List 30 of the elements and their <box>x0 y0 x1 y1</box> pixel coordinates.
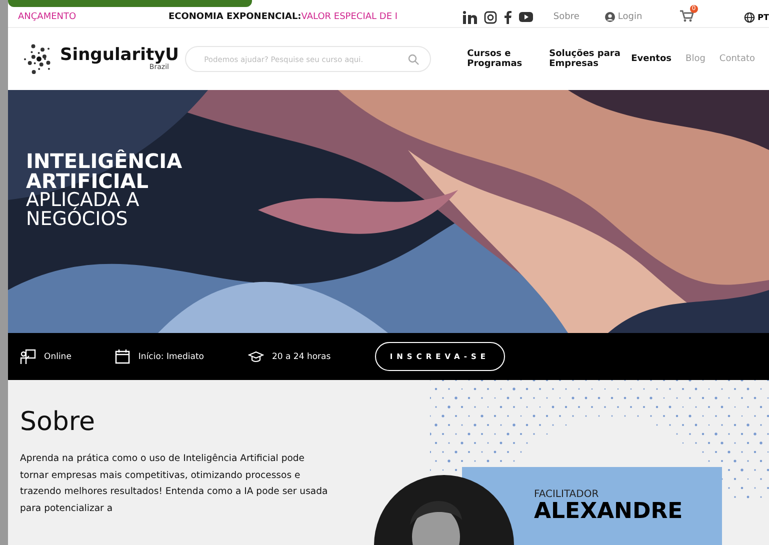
globe-icon <box>744 12 755 22</box>
language-selector[interactable]: PT <box>744 12 769 22</box>
hero-title: INTELIGÊNCIA <box>26 152 184 172</box>
ticker-text: VALOR ESPECIAL DE I <box>301 12 398 22</box>
launch-link[interactable]: ANÇAMENTO <box>8 12 118 22</box>
section-title: Sobre <box>20 407 96 437</box>
about-link[interactable]: Sobre <box>553 12 590 22</box>
nav-link[interactable]: Soluções para Empresas <box>549 48 624 70</box>
about-text: Aprenda na prática como o uso de Inteligência Artificial pode tornar empresas mais competitivas, otimizando processos e trazendo melhores resultados! Entenda como a IA pode ser usada para potencializar a <box>20 452 329 516</box>
cart-icon[interactable] <box>680 10 694 22</box>
nav-link[interactable]: Eventos <box>631 54 672 64</box>
info-text: 20 a 24 horas <box>272 352 331 362</box>
presenter-icon <box>20 348 36 364</box>
login-link[interactable]: Login <box>604 12 660 22</box>
instagram-icon[interactable] <box>484 10 498 24</box>
hero-title: ARTIFICIAL <box>26 172 150 192</box>
facilitator-name: ALEXANDRE <box>534 500 684 524</box>
nav-link[interactable]: Cursos e Programas <box>467 48 542 70</box>
logo-text: SingularityU <box>60 47 179 64</box>
info-text: Início: Imediato <box>138 352 204 362</box>
hero-subtitle: NEGÓCIOS <box>26 210 129 228</box>
ticker-text: ECONOMIA EXPONENCIAL: <box>168 12 302 22</box>
user-icon <box>604 12 615 22</box>
graduation-cap-icon <box>248 350 264 362</box>
facilitator-role: FACILITADOR <box>534 489 600 500</box>
facebook-icon[interactable] <box>504 10 512 24</box>
linkedin-icon[interactable] <box>463 10 478 24</box>
calendar-icon <box>115 349 130 364</box>
info-text: Online <box>44 352 72 362</box>
youtube-icon[interactable] <box>519 12 534 22</box>
